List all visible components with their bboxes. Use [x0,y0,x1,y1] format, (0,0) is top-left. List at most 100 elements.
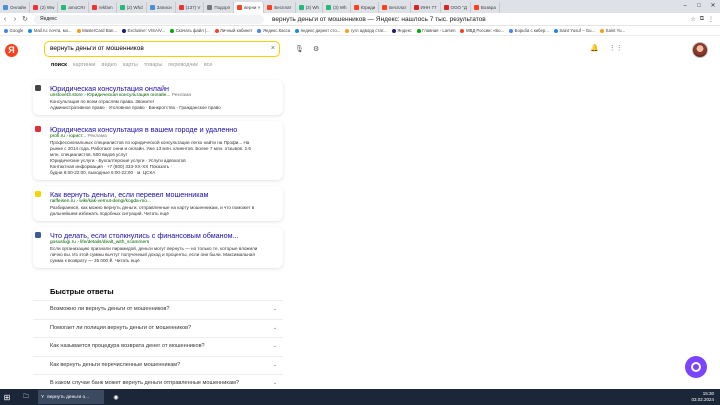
tab-5[interactable]: переводчик [168,62,198,68]
browser-tab[interactable]: rekfam [89,2,117,13]
bookmark-item[interactable]: Exclusive: VISA/V... [122,28,165,33]
bookmark-favicon-icon [416,28,421,33]
reload-icon[interactable]: ↻ [20,15,30,23]
tab-1[interactable]: картинки [73,62,96,68]
tab-4[interactable]: товары [144,62,162,68]
bookmark-label: Яндекс.Касса [262,28,291,33]
chrome-icon[interactable]: ◉ [106,390,126,404]
browser-tab[interactable]: (2) Whd [117,2,147,13]
bookmark-favicon-icon [257,28,262,33]
bookmark-label: Скачать файл |... [175,28,210,33]
browser-tab[interactable]: Бесплат [379,2,411,13]
browser-tab[interactable]: верни × [234,2,265,13]
bookmark-item[interactable]: Борьба с кибер... [509,28,549,33]
quick-answer-item[interactable]: Помогает ли полиция вернуть деньги от мо… [33,318,283,338]
bookmark-item[interactable]: Скачать файл |... [170,28,210,33]
filters-icon[interactable]: ⚙ [313,45,319,53]
clock-date: 03.02.2024 [691,397,714,402]
tab-label: Записи [156,5,172,10]
bookmark-label: Борьба с кибер... [514,28,549,33]
browser-tab[interactable]: Возвра [471,2,500,13]
bookmark-item[interactable]: Saint Yu... [600,28,625,33]
result-sitelinks[interactable]: Административное право · Уголовное право… [50,105,279,111]
bookmark-item[interactable]: Главная - Larsen [416,28,455,33]
bell-icon[interactable]: 🔔 [590,44,599,52]
bookmark-label: Google [9,28,24,33]
minimize-icon[interactable]: – [678,0,692,13]
tab-2[interactable]: видео [102,62,117,68]
tab-0[interactable]: поиск [51,62,67,68]
apps-icon[interactable]: ⋮⋮ [609,44,623,52]
result-sitelinks[interactable]: Юридические услуги · Бухгалтерские услуг… [50,158,279,176]
explorer-icon[interactable]: 🗀 [16,390,36,404]
tab-favicon-icon [382,5,388,10]
bookmark-favicon-icon [509,28,514,33]
bookmark-favicon-icon [214,28,219,33]
result-snippet: сумма к возврату — 35 000 ₽. Читать ещё [50,258,140,263]
result-url-text: uristovet3.store › Юридическая консульта… [50,93,171,98]
browser-tab[interactable]: (3) Wh [323,2,351,13]
browser-tab[interactable]: ИНН 77 [411,2,441,13]
browser-tab[interactable]: Записи [147,2,176,13]
taskbar-yandex-browser[interactable]: Y вернуть деньги о... [38,390,104,404]
menu-icon[interactable]: ⋮ [708,16,714,23]
browser-tab[interactable]: amoCRI [58,2,89,13]
forward-icon[interactable]: › [10,16,20,23]
browser-tab[interactable]: Онлайн [0,2,31,13]
bookmark-item[interactable]: Saint Yusuf – Gu... [553,28,596,33]
bookmark-item[interactable]: MasterCard Ban... [76,28,117,33]
bookmark-item[interactable]: яндекс директ сто... [295,28,340,33]
windows-start-icon[interactable]: ⊞ [0,393,14,402]
avatar[interactable] [692,42,708,58]
bookmark-item[interactable]: Mail.ru: почта, мо... [28,28,72,33]
browser-tab[interactable]: (3) Wh [296,2,324,13]
bookmark-label: Mail.ru: почта, мо... [33,28,72,33]
result-title-link[interactable]: Юридическая консультация в вашем городе … [50,125,279,134]
url-field[interactable]: Яндекс [34,14,264,24]
bookmark-item[interactable]: Яндекс [391,28,412,33]
close-window-icon[interactable]: ✕ [706,0,720,13]
result-title-link[interactable]: Юридическая консультация онлайн [50,84,279,93]
result-favicon-icon [35,85,41,91]
alice-assistant-button[interactable] [685,356,707,378]
star-icon[interactable]: ☆ [690,16,695,23]
tab-favicon-icon [149,5,155,10]
result-title-link[interactable]: Как вернуть деньги, если перевел мошенни… [50,190,279,199]
bookmark-item[interactable]: гугл адворд стат... [345,28,387,33]
browser-tab[interactable]: ООО "Д [441,2,471,13]
microphone-icon[interactable]: 🎙 [295,45,304,53]
bookmark-label: Saint Yusuf – Gu... [559,28,596,33]
result-favicon-icon [35,191,41,197]
tab-3[interactable]: карты [123,62,138,68]
tab-favicon-icon [443,5,449,10]
tab-6[interactable]: все [204,62,213,68]
extensions-icon[interactable]: ⧉ [700,16,704,23]
back-icon[interactable]: ‹ [0,16,10,23]
tab-favicon-icon [473,5,479,10]
result-title-link[interactable]: Что делать, если столкнулись с финансовы… [50,231,279,240]
yandex-logo[interactable]: Я [5,44,18,57]
quick-answer-item[interactable]: Возможно ли вернуть деньги от мошенников… [33,300,283,319]
bookmark-favicon-icon [553,28,558,33]
browser-tab[interactable]: Юриди [351,2,380,13]
maximize-icon[interactable]: □ [692,0,706,13]
tab-label: (2) Ww [40,5,55,10]
search-input[interactable]: вернуть деньги от мошенников × [44,41,280,57]
bookmark-item[interactable]: МВД России: «Бо... [460,28,504,33]
clear-icon[interactable]: × [271,42,275,55]
bookmark-item[interactable]: Яндекс.Касса [257,28,290,33]
quick-answer-item[interactable]: Как вернуть деньги перечисленные мошенни… [33,355,283,375]
bookmark-item[interactable]: Личный кабинет [214,28,253,33]
bookmark-label: Saint Yu... [605,28,626,33]
browser-tab[interactable]: Подорп [204,2,235,13]
browser-tab[interactable]: (137) V [176,2,205,13]
bookmark-item[interactable]: Google [4,28,23,33]
tab-favicon-icon [267,5,273,10]
bookmark-favicon-icon [122,28,126,33]
browser-tab[interactable]: Бесплат [264,2,296,13]
bookmark-favicon-icon [460,28,465,33]
quick-answer-item[interactable]: Как называется процедура возврата денег … [33,337,283,356]
tab-label: верни × [244,5,261,10]
bookmark-label: Личный кабинет [220,28,253,33]
browser-tab[interactable]: (2) Ww [30,2,59,13]
